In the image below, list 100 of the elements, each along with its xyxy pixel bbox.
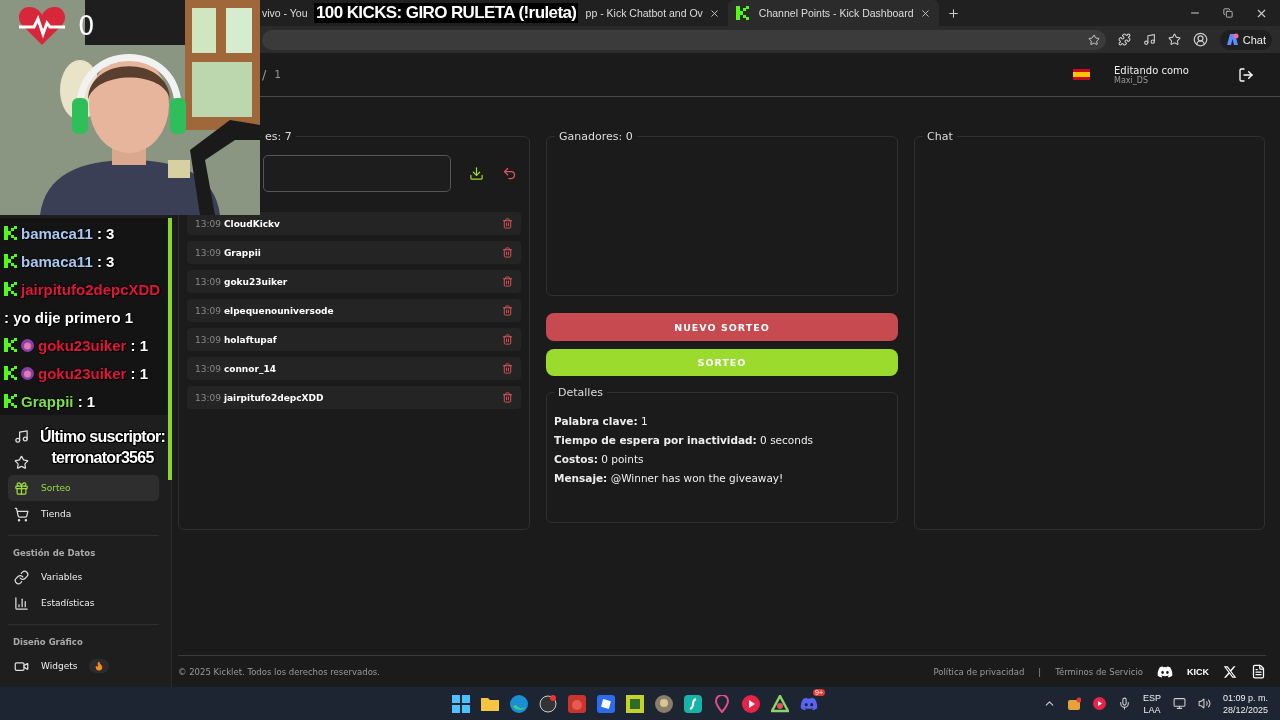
kick-icon [4, 366, 17, 380]
browser-tab[interactable]: Channel Points - Kick Dashboard [727, 0, 939, 26]
logout-icon[interactable] [1238, 66, 1254, 83]
monitor-icon[interactable] [1172, 697, 1186, 710]
participant-name: jairpitufo2depcXDD [223, 392, 325, 403]
document-icon[interactable] [1251, 664, 1266, 679]
kick-icon [4, 254, 17, 268]
microphone-icon[interactable] [1117, 697, 1131, 710]
close-icon[interactable] [919, 7, 931, 19]
detail-line: Mensaje: @Winner has won the giveaway! [554, 472, 785, 484]
sidebar-item[interactable]: Widgets [8, 653, 159, 679]
terms-link[interactable]: Términos de Servicio [1055, 666, 1143, 677]
chat-message: bamaca11 : 3 [4, 220, 168, 248]
panel-title: Detalles [557, 386, 604, 399]
browser-tab[interactable]: vivo - You [262, 0, 308, 26]
chat-button[interactable]: Chat [1219, 29, 1272, 50]
chat-message: jairpitufo2depcXDD : yo dije primero 1 [4, 280, 162, 328]
star-icon[interactable] [1087, 33, 1100, 46]
participant-name: CloudKickv [223, 218, 281, 229]
entry-time: 13:09 [195, 276, 221, 287]
username: Maxi_DS [1114, 75, 1149, 85]
panel-title: es: 7 [264, 130, 293, 143]
new-tab-icon[interactable] [946, 6, 960, 20]
shark-app-icon[interactable] [684, 694, 702, 713]
panel-title: Ganadores: 0 [558, 130, 634, 143]
kick-icon [4, 226, 17, 240]
heart-counter: 0 [78, 11, 95, 41]
breadcrumb: / [262, 67, 267, 82]
music-icon[interactable] [1142, 33, 1156, 46]
entry-time: 13:09 [195, 334, 221, 345]
puzzle-icon[interactable] [1117, 33, 1131, 46]
spain-flag-icon[interactable] [1073, 69, 1090, 80]
heart-pulse-icon [18, 6, 66, 46]
map-pin-icon[interactable] [713, 694, 731, 713]
cube-game-icon[interactable] [626, 694, 644, 713]
kick-icon [735, 6, 749, 20]
square-app-icon[interactable] [597, 694, 615, 713]
trash-icon[interactable] [502, 305, 513, 316]
participant-name: elpequenouniversode [223, 305, 335, 316]
privacy-link[interactable]: Política de privacidad [933, 666, 1025, 677]
browser-icon[interactable] [510, 694, 528, 713]
editing-label: Editando como [1114, 64, 1190, 76]
bird-game-icon[interactable] [568, 694, 586, 713]
kick-logo[interactable]: KICK [1187, 666, 1209, 677]
music-icon [14, 428, 29, 444]
search-field[interactable] [263, 155, 451, 192]
restore-icon[interactable] [1223, 8, 1233, 18]
trash-icon[interactable] [502, 218, 513, 229]
tray-app-icon[interactable] [1067, 697, 1081, 710]
play-tray-icon[interactable] [1092, 697, 1106, 710]
detail-line: Costos: 0 points [554, 453, 645, 465]
entry-time: 13:09 [195, 363, 221, 374]
discord-icon[interactable] [1157, 663, 1173, 680]
participant-name: connor_14 [223, 363, 277, 374]
play-app-icon[interactable] [742, 694, 760, 713]
sidebar-item[interactable]: Estadísticas [8, 590, 159, 616]
record-app-icon[interactable] [539, 694, 557, 713]
clock-time[interactable]: 01:09 p. m. [1222, 691, 1268, 704]
copyright-text: © 2025 Kicklet. Todos los derechos reservados. [178, 666, 380, 677]
triangle-app-icon[interactable] [771, 694, 789, 713]
star-icon [14, 454, 29, 470]
separator: | [1038, 666, 1042, 677]
entry-time: 13:09 [195, 392, 221, 403]
entry-time: 13:09 [195, 218, 221, 229]
panel-title: Chat [926, 130, 954, 143]
kick-icon [4, 282, 17, 296]
participant-name: goku23uiker [223, 276, 289, 287]
sidebar-item[interactable]: Tienda [8, 501, 159, 527]
trash-icon[interactable] [502, 392, 513, 403]
trash-icon[interactable] [502, 276, 513, 287]
language-indicator[interactable]: LAA [1143, 703, 1161, 716]
language-indicator[interactable]: ESP [1142, 691, 1161, 704]
breadcrumb: 1 [274, 69, 281, 80]
sidebar-section-title: Diseño Gráfico [12, 636, 84, 649]
draw-button[interactable]: NUEVO SORTEO [546, 313, 898, 341]
cart-icon [14, 506, 29, 522]
profile-icon[interactable] [1192, 32, 1208, 47]
round-game-icon[interactable] [655, 694, 673, 713]
trash-icon[interactable] [502, 363, 513, 374]
favorites-icon[interactable] [1167, 33, 1181, 46]
clock-date[interactable]: 28/12/2025 [1222, 703, 1268, 716]
x-logo-icon[interactable] [1223, 664, 1237, 679]
participant-name: Grappii [223, 247, 262, 258]
kick-icon [4, 338, 17, 352]
close-icon[interactable] [708, 7, 720, 19]
entry-time: 13:09 [195, 305, 221, 316]
windows-start-icon[interactable] [452, 694, 470, 713]
chat-assistant-icon [1225, 33, 1239, 46]
undo-icon[interactable] [502, 166, 517, 181]
download-icon[interactable] [469, 166, 484, 181]
kick-icon [4, 394, 17, 408]
browser-tab[interactable]: pp - Kick Chatbot and Ov [577, 0, 728, 26]
volume-icon[interactable] [1197, 697, 1211, 710]
trash-icon[interactable] [502, 334, 513, 345]
sidebar-item[interactable]: Sorteo [8, 475, 159, 501]
sidebar-item[interactable]: Variables [8, 564, 159, 590]
bar-chart-icon [14, 595, 29, 611]
detail-line: Palabra clave: 1 [554, 415, 649, 427]
chat-message: goku23uiker : 1 [4, 360, 168, 388]
trash-icon[interactable] [502, 247, 513, 258]
